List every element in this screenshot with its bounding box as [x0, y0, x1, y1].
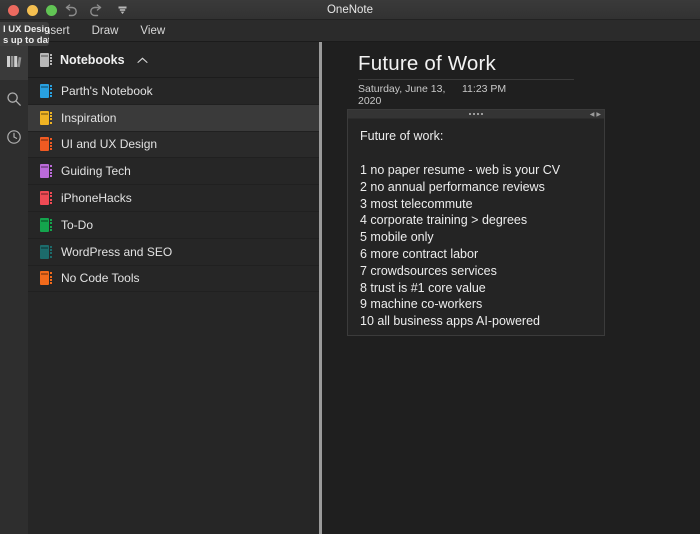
notebooks-header[interactable]: Notebooks	[28, 42, 320, 78]
notebooks-header-label: Notebooks	[60, 52, 125, 67]
undo-arrow-icon[interactable]	[62, 2, 78, 18]
note-list-item: 5 mobile only	[360, 230, 434, 245]
drag-dots-icon	[469, 113, 483, 115]
title-bar: OneNote	[0, 0, 700, 20]
sync-status-tooltip: l UX Design s up to date	[0, 22, 49, 46]
notebook-row[interactable]: To-Do	[28, 212, 320, 239]
notebook-label: Guiding Tech	[61, 164, 131, 179]
note-drag-handle[interactable]: ◀ ▶	[348, 110, 604, 119]
close-button[interactable]	[8, 5, 19, 16]
search-icon	[7, 92, 21, 106]
notebook-row[interactable]: WordPress and SEO	[28, 239, 320, 266]
notebook-row[interactable]: UI and UX Design	[28, 131, 320, 159]
page-title[interactable]: Future of Work	[358, 52, 496, 76]
notebook-label: iPhoneHacks	[61, 191, 132, 206]
note-body[interactable]: Future of work: 1 no paper resume - web …	[348, 119, 604, 330]
note-list-item: 10 all business apps AI-powered	[360, 314, 540, 329]
customize-toolbar-icon[interactable]	[114, 2, 130, 18]
note-list-item: 8 trust is #1 core value	[360, 280, 486, 295]
chevron-up-icon[interactable]	[137, 51, 148, 69]
notebook-icon	[40, 164, 52, 179]
minimize-button[interactable]	[27, 5, 38, 16]
title-divider	[358, 79, 574, 80]
notebook-icon	[40, 110, 52, 125]
notebook-row[interactable]: Guiding Tech	[28, 158, 320, 186]
notebook-sidebar: Notebooks Parth's Notebook Inspiration UI …	[28, 42, 320, 534]
notebook-icon	[40, 137, 52, 152]
note-container[interactable]: ◀ ▶ Future of work: 1 no paper resume - w…	[347, 109, 605, 336]
notebook-row[interactable]: Parth's Notebook	[28, 78, 320, 105]
notebook-label: Parth's Notebook	[61, 83, 153, 98]
quick-toolbar	[62, 2, 130, 18]
menu-bar: nsert Draw View	[0, 20, 700, 42]
rail-item-recent[interactable]	[0, 118, 28, 156]
notebook-label: UI and UX Design	[61, 137, 158, 152]
onenote-window: OneNote nsert Draw View l UX Design	[0, 0, 700, 534]
redo-arrow-icon[interactable]	[88, 2, 104, 18]
rail-item-notebooks[interactable]	[0, 42, 28, 80]
note-resize-handle-icon[interactable]: ◀ ▶	[590, 112, 601, 118]
notebook-list: Parth's Notebook Inspiration UI and UX Des…	[28, 78, 320, 293]
zoom-button[interactable]	[46, 5, 57, 16]
notebook-icon	[40, 244, 52, 259]
tooltip-line-1: l UX Design	[3, 24, 49, 35]
window-controls	[8, 5, 57, 16]
menu-items: nsert Draw View	[44, 20, 165, 42]
note-list-item: 6 more contract labor	[360, 246, 479, 261]
notebook-icon	[40, 52, 52, 67]
notebook-icon	[40, 271, 52, 286]
note-list-item: 2 no annual performance reviews	[360, 179, 545, 194]
notebook-icon	[40, 83, 52, 98]
notebook-row[interactable]: No Code Tools	[28, 266, 320, 293]
note-list-item: 4 corporate training > degrees	[360, 213, 528, 228]
page-content: Future of Work Saturday, June 13, 2020 1…	[322, 42, 700, 534]
navigation-rail	[0, 42, 28, 534]
note-list: 1 no paper resume - web is your CV 2 no a…	[360, 162, 592, 330]
notebook-row[interactable]: Inspiration	[28, 104, 320, 132]
notebook-label: No Code Tools	[61, 271, 140, 286]
notebook-label: WordPress and SEO	[61, 244, 173, 259]
notebook-icon	[40, 191, 52, 206]
page-meta: Saturday, June 13, 2020 11:23 PM	[358, 83, 506, 107]
menu-item-draw[interactable]: Draw	[92, 25, 119, 37]
note-list-item: 9 machine co-workers	[360, 297, 483, 312]
notebook-label: Inspiration	[61, 110, 117, 125]
rail-item-search[interactable]	[0, 80, 28, 118]
note-list-item: 7 crowdsources services	[360, 263, 497, 278]
note-heading: Future of work:	[360, 129, 444, 143]
page-date: Saturday, June 13, 2020	[358, 83, 446, 107]
notebook-label: To-Do	[61, 217, 94, 232]
clock-icon	[7, 130, 21, 144]
tooltip-line-2: s up to date	[3, 35, 49, 46]
note-list-item: 1 no paper resume - web is your CV	[360, 163, 561, 177]
notebook-icon	[40, 217, 52, 232]
notebook-row[interactable]: iPhoneHacks	[28, 185, 320, 212]
page-time: 11:23 PM	[462, 83, 507, 95]
note-list-item: 3 most telecommute	[360, 196, 473, 211]
menu-item-view[interactable]: View	[140, 25, 165, 37]
books-icon	[6, 55, 21, 67]
